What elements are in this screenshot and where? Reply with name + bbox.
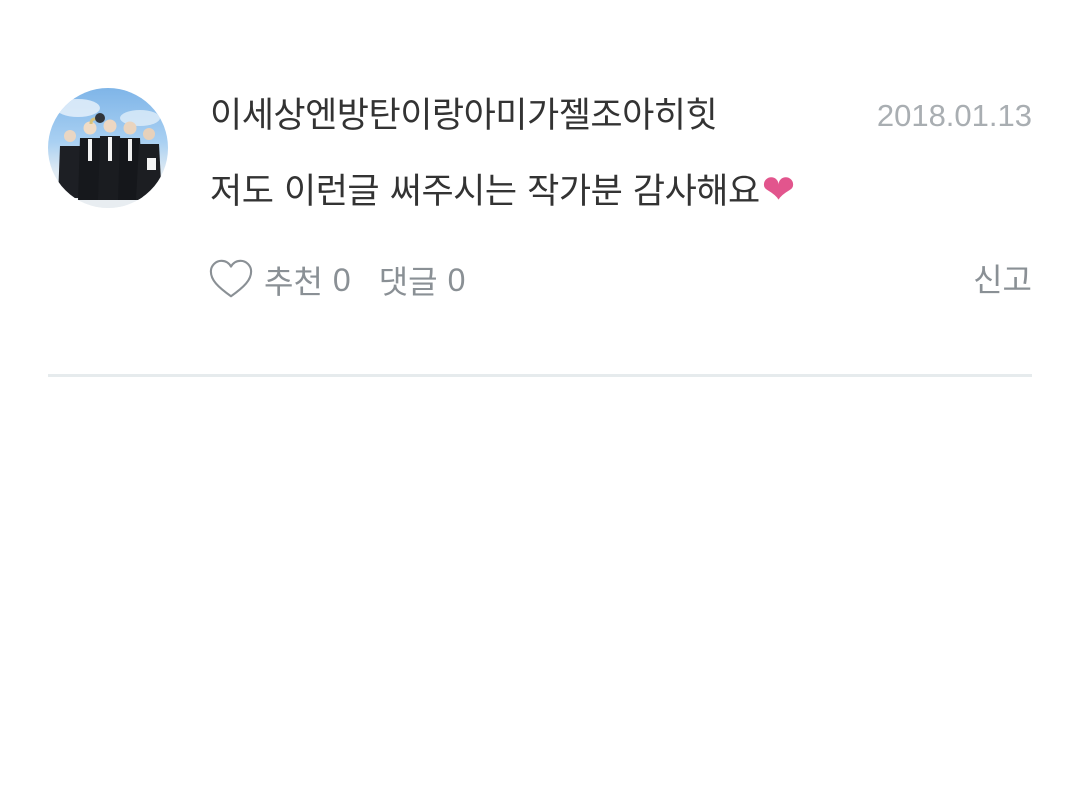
like-count: 0 <box>332 261 351 298</box>
reply-button[interactable]: 댓글 0 <box>379 257 466 303</box>
comment-actions: 추천 0 댓글 0 <box>208 256 465 304</box>
comment-author[interactable]: 이세상엔방탄이랑아미가젤조아히힛 <box>210 92 718 140</box>
profile-photo-icon <box>48 99 168 208</box>
avatar[interactable] <box>48 88 168 208</box>
heart-outline-icon <box>209 259 253 298</box>
comment-text-content: 저도 이런글 써주시는 작가분 감사해요 <box>210 172 760 212</box>
comment-date: 2018.01.13 <box>876 98 1032 133</box>
reply-label: 댓글 <box>378 263 438 301</box>
comment-item: 이세상엔방탄이랑아미가젤조아히힛 2018.01.13 저도 이런글 써주시는 … <box>0 0 1080 380</box>
reply-count: 0 <box>447 261 466 298</box>
comment-text: 저도 이런글 써주시는 작가분 감사해요❤ <box>210 166 795 216</box>
like-label: 추천 <box>264 263 323 301</box>
heart-emoji: ❤ <box>761 167 796 213</box>
report-button[interactable]: 신고 <box>973 256 1032 304</box>
like-button[interactable]: 추천 0 <box>208 257 351 303</box>
divider <box>48 374 1032 377</box>
